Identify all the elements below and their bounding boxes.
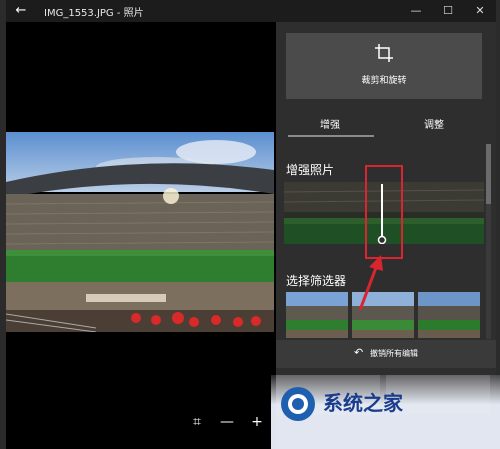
- crop-icon: [375, 44, 393, 62]
- photo-viewer: ⌗ — +: [6, 22, 274, 449]
- undo-all-edits-label: 撤销所有编辑: [370, 349, 418, 358]
- filter-thumbnail[interactable]: [418, 292, 480, 338]
- zoom-in-button[interactable]: +: [246, 413, 268, 431]
- close-button[interactable]: ✕: [466, 0, 494, 22]
- fit-to-window-icon[interactable]: ⌗: [186, 413, 208, 431]
- title-bar: ← IMG_1553.JPG - 照片 — ☐ ✕: [6, 0, 496, 22]
- watermark-logo-icon: [281, 387, 315, 421]
- window-title: IMG_1553.JPG - 照片: [44, 8, 144, 19]
- annotation-highlight-box: [365, 165, 403, 259]
- enhance-photo-label: 增强照片: [286, 163, 335, 177]
- annotation-arrow: [358, 255, 383, 311]
- crop-and-rotate-button[interactable]: 裁剪和旋转: [286, 33, 482, 99]
- watermark-text: 系统之家: [323, 391, 403, 415]
- active-tab-indicator: [288, 135, 374, 137]
- zoom-out-button[interactable]: —: [216, 413, 238, 431]
- watermark: 系统之家: [271, 375, 500, 449]
- undo-icon: ↶: [354, 346, 364, 359]
- choose-filter-label: 选择筛选器: [286, 274, 347, 288]
- filter-thumbnail[interactable]: [286, 292, 348, 338]
- minimize-button[interactable]: —: [402, 0, 430, 22]
- crop-label: 裁剪和旋转: [361, 76, 407, 86]
- undo-all-edits-button[interactable]: ↶ 撤销所有编辑: [276, 340, 496, 368]
- stadium-photo: [6, 132, 274, 332]
- panel-scrollbar-thumb[interactable]: [486, 144, 491, 204]
- tab-enhance[interactable]: 增强: [320, 116, 340, 131]
- maximize-button[interactable]: ☐: [434, 0, 462, 22]
- tab-adjust[interactable]: 调整: [424, 116, 444, 131]
- back-button[interactable]: ←: [10, 2, 32, 20]
